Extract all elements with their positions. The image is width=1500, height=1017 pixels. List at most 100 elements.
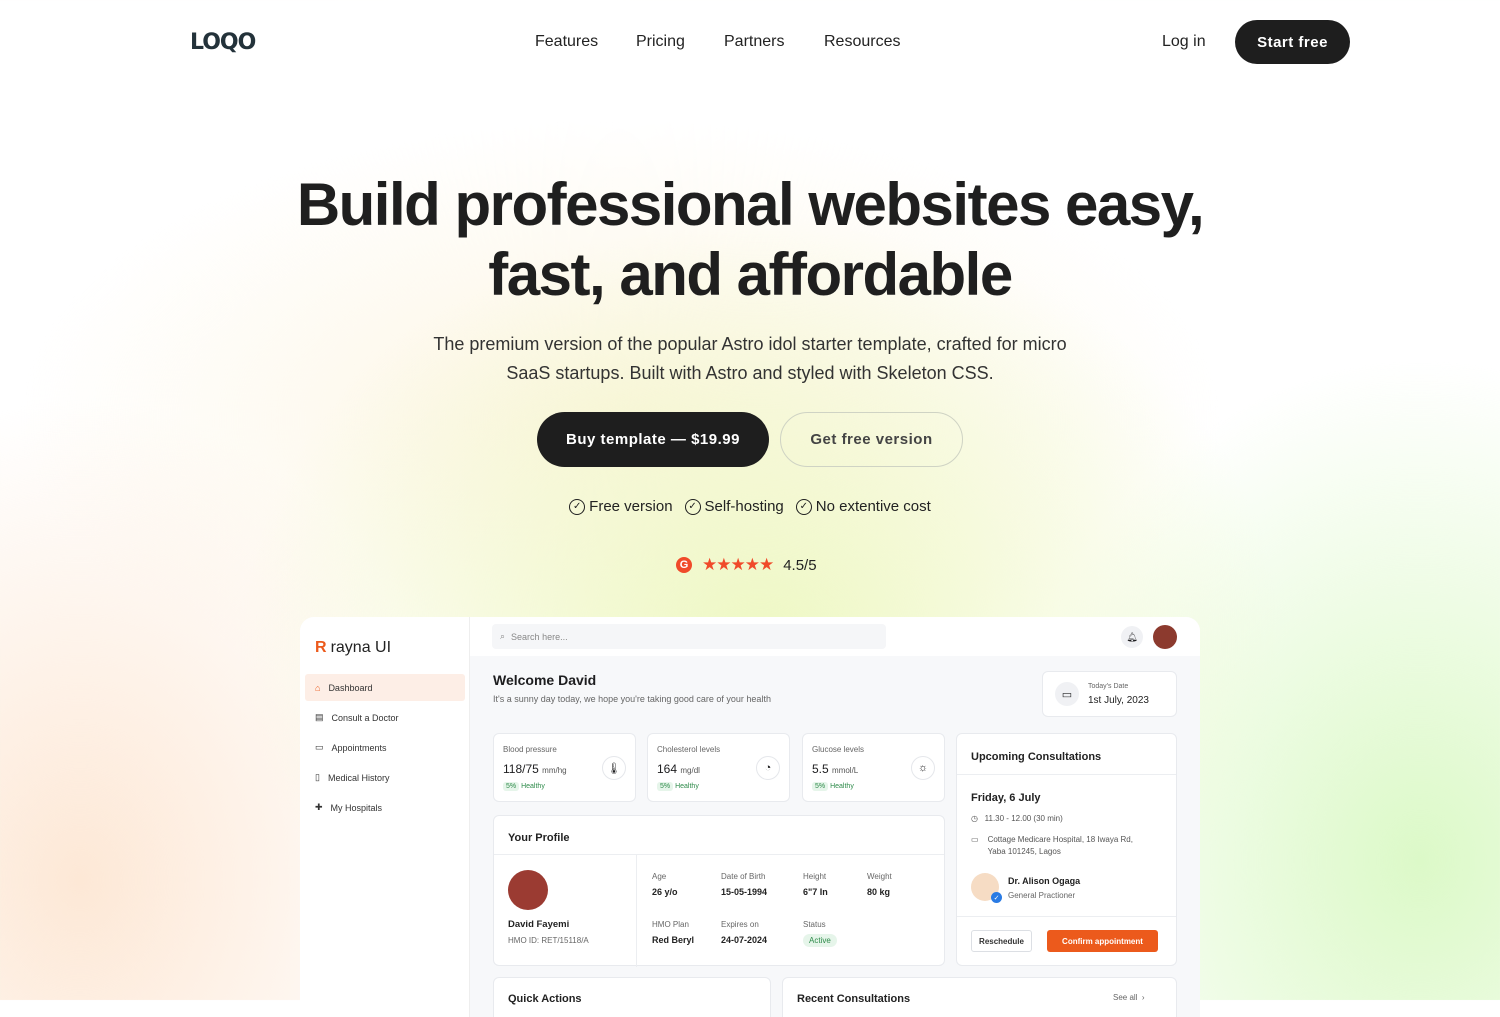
nav-pricing[interactable]: Pricing [636,33,685,51]
hero-title: Build professional websites easy, fast, a… [0,170,1500,310]
profile-avatar [508,870,548,910]
field-value: 26 y/o [652,887,678,897]
title-line: fast, and affordable [488,241,1013,308]
metric-label: Glucose levels [812,745,865,754]
welcome-title: Welcome David [493,672,597,688]
document-icon: ▯ [315,772,320,782]
field-label: HMO Plan [652,920,689,929]
address-line: Yaba 101245, Lagos [987,847,1061,856]
todays-date-card: ▭ Today's Date 1st July, 2023 [1042,671,1177,717]
clock-icon: ◷ [971,814,978,823]
welcome-subtitle: It's a sunny day today, we hope you're t… [493,694,771,704]
home-icon: ⌂ [315,682,321,693]
field-label: Age [652,872,667,881]
thermometer-icon: 🌡 [602,756,626,780]
metric-card-glucose: Glucose levels 5.5 mmol/L 5% Healthy ☼ [802,733,945,802]
stars-icon: ★★★★★ [702,555,774,574]
sidebar-item-dashboard[interactable]: ⌂ Dashboard [305,674,465,701]
feature-checks: ✓ Free version ✓ Self-hosting ✓ No extentiv… [0,498,1500,515]
login-link[interactable]: Log in [1162,33,1206,51]
hero-subtitle: The premium version of the popular Astro… [400,330,1100,388]
sidebar-label: Medical History [327,772,390,783]
reschedule-button[interactable]: Reschedule [971,930,1032,952]
metric-card-blood-pressure: Blood pressure 118/75 mm/hg 5% Healthy 🌡 [493,733,636,802]
calendar-icon: ▭ [971,835,979,844]
calendar-icon: ▭ [315,742,324,752]
get-free-version-button[interactable]: Get free version [780,412,963,467]
check-circle-icon: ✓ [569,498,586,515]
sidebar-label: Appointments [331,742,387,753]
metric-unit: mm/hg [542,766,567,775]
field-value: 6"7 In [803,887,828,897]
nav-partners[interactable]: Partners [724,33,784,51]
upcoming-title: Upcoming Consultations [971,751,1102,763]
change-badge: 5% [503,782,520,791]
date-value: 1st July, 2023 [1088,695,1149,706]
status-text: Healthy [830,783,854,790]
avatar[interactable] [1153,625,1177,649]
sidebar-item-hospitals[interactable]: ✚ My Hospitals [305,794,465,821]
subtitle-line: The premium version of the popular Astro… [433,334,1067,354]
check-label: No extentive cost [815,498,931,515]
sidebar-label: My Hospitals [330,802,383,813]
field-label: Weight [867,872,892,881]
doctor-role: General Practioner [1008,891,1076,900]
sidebar-label: Consult a Doctor [331,712,399,723]
g2-icon: G [676,557,692,573]
gauge-icon: ◔ [756,756,780,780]
quick-actions-card: Quick Actions [493,977,771,1017]
bell-icon[interactable]: 🔔︎ [1121,626,1143,648]
date-label: Today's Date [1088,683,1129,690]
hmo-id: HMO ID: RET/15118/A [508,936,589,945]
change-badge: 5% [657,782,674,791]
metric-value: 118/75 [503,762,539,776]
brand-logo-icon: R [315,639,327,656]
profile-name: David Fayemi [508,919,570,930]
subtitle-line: SaaS startups. Built with Astro and styl… [506,363,994,383]
sidebar-item-appointments[interactable]: ▭ Appointments [305,734,465,761]
confirm-appointment-button[interactable]: Confirm appointment [1047,930,1158,952]
cross-icon: ✚ [315,802,323,812]
see-all-link[interactable]: See all › [1113,993,1145,1002]
metric-unit: mg/dl [680,766,700,775]
sidebar-item-consult[interactable]: ▤ Consult a Doctor [305,704,465,731]
change-badge: 5% [812,782,829,791]
quick-actions-title: Quick Actions [508,993,582,1005]
sidebar-label: Dashboard [328,682,373,693]
metric-value: 5.5 [812,762,829,776]
check-circle-icon: ✓ [684,498,701,515]
status-text: Healthy [521,783,545,790]
rating: G ★★★★★ 4.5/5 [676,555,817,575]
field-label: Expires on [721,920,759,929]
doctor-avatar: ✓ [971,873,1002,903]
buy-template-button[interactable]: Buy template — $19.99 [537,412,769,467]
field-value: 80 kg [867,887,891,897]
top-bar: ⌕ Search here... 🔔︎ [470,617,1200,656]
logo[interactable]: LOQO [190,30,256,55]
brand: Rrayna UI [315,639,391,657]
field-label: Date of Birth [721,872,766,881]
field-label: Status [803,920,826,929]
title-line: Build professional websites easy, [296,171,1205,238]
upcoming-consultations-card: Upcoming Consultations Friday, 6 July ◷ … [956,733,1177,966]
address-line: Cottage Medicare Hospital, 18 Iwaya Rd, [987,835,1133,844]
start-free-button[interactable]: Start free [1235,20,1350,64]
see-all-label: See all [1113,993,1138,1002]
metric-label: Blood pressure [503,745,557,754]
search-placeholder: Search here... [511,631,568,642]
dashboard-preview: Rrayna UI ⌂ Dashboard ▤ Consult a Doctor ▭… [300,617,1200,1017]
doctor-name: Dr. Alison Ogaga [1008,876,1081,886]
recent-consultations-title: Recent Consultations [797,993,911,1005]
nav-resources[interactable]: Resources [824,33,900,51]
chevron-right-icon: › [1141,993,1145,1002]
nav-features[interactable]: Features [535,33,598,51]
metric-unit: mmol/L [832,766,859,775]
search-icon: ⌕ [500,631,506,641]
search-input[interactable]: ⌕ Search here... [492,624,886,649]
field-value: 15-05-1994 [721,887,768,897]
field-value: Red Beryl [652,935,695,945]
consultation-time: 11.30 - 12.00 (30 min) [984,814,1063,823]
sidebar-item-medical-history[interactable]: ▯ Medical History [305,764,465,791]
brand-name: rayna UI [330,639,392,656]
calendar-icon: ▭ [1055,682,1079,706]
